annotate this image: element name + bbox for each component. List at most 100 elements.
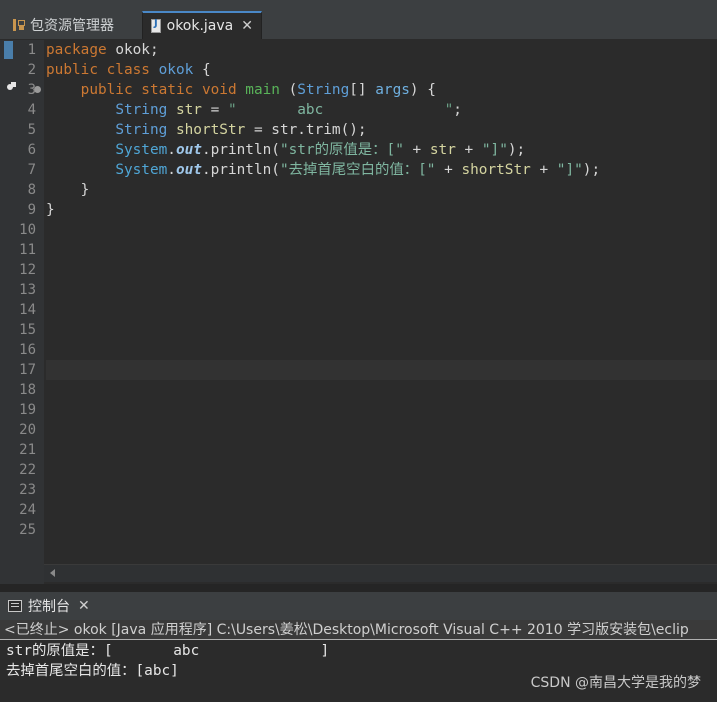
tab-label: 包资源管理器 — [30, 18, 114, 34]
operator: + — [530, 162, 557, 178]
operator: + — [403, 142, 430, 158]
keyword: class — [97, 62, 150, 78]
line-number: 2 — [27, 62, 36, 78]
line-number: 25 — [19, 522, 36, 538]
horizontal-scrollbar[interactable] — [44, 564, 717, 582]
keyword: static — [132, 82, 194, 98]
line-number: 23 — [19, 482, 36, 498]
string-literal: "str的原值是：[" — [279, 142, 404, 158]
string-quote: " — [444, 102, 454, 118]
tab-okok-java[interactable]: okok.java ✕ — [142, 11, 262, 39]
keyword: public — [46, 62, 98, 78]
operator: = — [201, 102, 228, 118]
line-number: 15 — [19, 322, 36, 338]
console-output-line: str的原值是：[ abc ] — [6, 643, 330, 659]
line-number: 22 — [19, 462, 36, 478]
line-number: 8 — [27, 182, 36, 198]
panel-divider[interactable] — [0, 584, 717, 592]
line-number: 11 — [19, 242, 36, 258]
java-file-icon — [151, 18, 161, 33]
current-line-highlight — [46, 360, 717, 380]
line-number: 4 — [27, 102, 36, 118]
tab-package-explorer[interactable]: 包资源管理器 — [4, 11, 142, 39]
punct: ; — [453, 102, 462, 118]
console-tab-bar: 控制台 ✕ — [0, 592, 717, 620]
console-process-description: <已终止> okok [Java 应用程序] C:\Users\姜松\Deskt… — [0, 620, 717, 640]
line-number: 14 — [19, 302, 36, 318]
code-line-7: System.out.println("去掉首尾空白的值：[" + shortS… — [46, 160, 717, 180]
punct: ); — [507, 142, 526, 158]
close-tab-icon[interactable]: ✕ — [241, 18, 253, 34]
line-number: 10 — [19, 222, 36, 238]
punct: ( — [279, 82, 298, 98]
type-name: String — [115, 102, 168, 118]
method-name: main — [236, 82, 280, 98]
line-number: 13 — [19, 282, 36, 298]
expression: str.trim(); — [271, 122, 367, 138]
line-number: 21 — [19, 442, 36, 458]
brace: { — [193, 62, 211, 78]
line-number: 12 — [19, 262, 36, 278]
static-field: out — [175, 162, 202, 178]
line-number: 17 — [19, 362, 36, 378]
operator: + — [435, 162, 462, 178]
punct: . — [167, 142, 176, 158]
string-literal: "]" — [556, 162, 583, 178]
code-area[interactable]: package okok; public class okok { public… — [46, 40, 717, 220]
code-line-8: } — [46, 180, 717, 200]
line-number: 18 — [19, 382, 36, 398]
close-console-icon[interactable]: ✕ — [78, 598, 90, 614]
class-name: okok — [149, 62, 194, 78]
code-line-6: System.out.println("str的原值是：[" + str + "… — [46, 140, 717, 160]
string-literal: "去掉首尾空白的值：[" — [279, 162, 436, 178]
keyword: package — [46, 42, 107, 58]
punct: [] — [349, 82, 376, 98]
line-number: 24 — [19, 502, 36, 518]
code-line-5: String shortStr = str.trim(); — [46, 120, 717, 140]
method-call: .println( — [201, 142, 280, 158]
string-literal: abc — [236, 102, 445, 118]
punct: ) { — [409, 82, 436, 98]
method-call: .println( — [201, 162, 280, 178]
watermark: CSDN @南昌大学是我的梦 — [530, 675, 701, 691]
variable: shortStr — [167, 122, 246, 138]
code-line-9: } — [46, 200, 717, 220]
static-field: out — [175, 142, 202, 158]
code-line-3: public static void main (String[] args) … — [46, 80, 717, 100]
punct: . — [167, 162, 176, 178]
code-line-4: String str = " abc "; — [46, 100, 717, 120]
package-name: okok; — [106, 42, 159, 58]
scroll-left-icon[interactable] — [50, 569, 55, 577]
tab-label: okok.java — [166, 18, 234, 34]
class-ref: System — [115, 162, 168, 178]
punct: ); — [582, 162, 601, 178]
code-line-1: package okok; — [46, 40, 717, 60]
console-output[interactable]: <已终止> okok [Java 应用程序] C:\Users\姜松\Deskt… — [0, 620, 717, 702]
keyword: public — [80, 82, 133, 98]
line-number: 20 — [19, 422, 36, 438]
class-ref: System — [115, 142, 168, 158]
tab-label: 控制台 — [28, 599, 70, 615]
line-number: 9 — [27, 202, 36, 218]
line-number: 19 — [19, 402, 36, 418]
operator: = — [245, 122, 272, 138]
console-icon — [8, 600, 22, 612]
package-explorer-icon — [12, 18, 25, 32]
editor-tab-bar: 包资源管理器 okok.java ✕ — [0, 0, 717, 40]
string-quote: " — [227, 102, 237, 118]
line-number: 5 — [27, 122, 36, 138]
brace: } — [80, 182, 90, 198]
param-name: args — [375, 82, 410, 98]
code-editor[interactable]: 1 2 3 4 5 6 7 8 9 10 11 12 13 14 15 16 17 18 19 20 21 22 23 24 2… — [0, 40, 717, 584]
tab-console[interactable]: 控制台 ✕ — [4, 592, 94, 620]
line-number: 3 — [27, 82, 36, 98]
line-number-gutter: 1 2 3 4 5 6 7 8 9 10 11 12 13 14 15 16 17 18 19 20 21 22 23 24 2… — [0, 40, 44, 584]
operator: + — [455, 142, 482, 158]
code-line-2: public class okok { — [46, 60, 717, 80]
line-number: 1 — [27, 42, 36, 58]
